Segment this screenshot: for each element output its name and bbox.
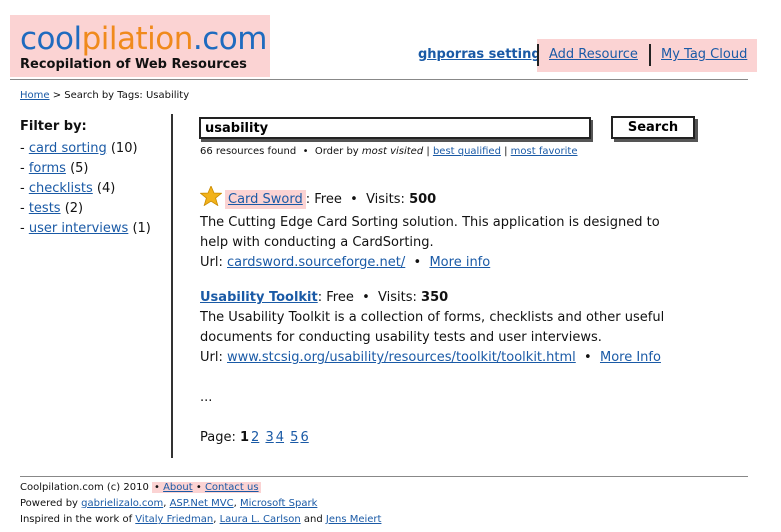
footer-aspnet-link[interactable]: ASP.Net MVC	[170, 498, 234, 509]
results-ellipsis: ...	[200, 390, 213, 405]
filter-forms-link[interactable]: forms	[29, 161, 66, 176]
filter-title: Filter by:	[20, 119, 87, 134]
pager-link-3[interactable]: 3	[265, 430, 273, 445]
pager-link-6[interactable]: 6	[300, 430, 308, 445]
breadcrumb-separator: >	[52, 90, 62, 101]
filter-list: - card sorting (10) - forms (5) - checkl…	[20, 139, 151, 239]
bullet: •	[302, 146, 309, 157]
result-url-line: Url: www.stcsig.org/usability/resources/…	[200, 350, 661, 365]
pagination: Page: 12 34 56	[200, 430, 309, 445]
result-url-label: Url:	[200, 350, 223, 365]
site-logo[interactable]: coolpilation.com	[20, 20, 267, 58]
result-item: Card Sword: Free • Visits: 500 The Cutti…	[199, 184, 680, 273]
order-separator: |	[504, 146, 508, 157]
footer-gabrielizalo-link[interactable]: gabrielizalo.com	[81, 498, 163, 509]
filter-card-sorting-link[interactable]: card sorting	[29, 141, 107, 156]
order-separator: |	[426, 146, 430, 157]
result-price: : Free	[305, 192, 342, 207]
results-count: 66 resources found	[200, 146, 297, 157]
footer-powered-line: Powered by gabrielizalo.com, ASP.Net MVC…	[20, 498, 318, 509]
filter-count: (1)	[132, 221, 151, 236]
results-summary: 66 resources found • Order by most visit…	[200, 146, 578, 157]
logo-part-pilation: pilation	[81, 21, 194, 57]
filter-tests-link[interactable]: tests	[29, 201, 61, 216]
header-divider	[10, 79, 748, 80]
logo-part-cool: cool	[20, 21, 82, 57]
nav-separator	[537, 44, 539, 66]
result-title-link[interactable]: Usability Toolkit	[200, 290, 318, 305]
star-icon	[199, 184, 223, 213]
result-url-label: Url:	[200, 255, 223, 270]
pager-link-2[interactable]: 2	[251, 430, 259, 445]
filter-count: (4)	[96, 181, 116, 196]
footer-divider	[20, 476, 748, 477]
result-more-info-link[interactable]: More Info	[600, 350, 661, 365]
pager-label: Page:	[200, 430, 236, 445]
user-settings-link[interactable]: ghporras settings	[418, 47, 548, 62]
breadcrumb: Home > Search by Tags: Usability	[20, 90, 189, 101]
sidebar-divider	[171, 114, 173, 458]
result-visits-label: Visits:	[378, 290, 417, 305]
result-title-link[interactable]: Card Sword	[228, 192, 303, 207]
footer-contact-link[interactable]: Contact us	[205, 482, 259, 493]
result-visits-label: Visits:	[366, 192, 405, 207]
search-input[interactable]	[199, 117, 591, 139]
filter-user-interviews-link[interactable]: user interviews	[29, 221, 129, 236]
filter-count: (10)	[110, 141, 138, 156]
footer-vitaly-link[interactable]: Vitaly Friedman	[135, 514, 213, 525]
result-price: : Free	[317, 290, 354, 305]
filter-item: - checklists (4)	[20, 181, 116, 196]
result-more-info-link[interactable]: More info	[429, 255, 490, 270]
result-url-line: Url: cardsword.sourceforge.net/ • More i…	[200, 255, 491, 270]
footer-copyright: Coolpilation.com (c) 2010	[20, 482, 149, 493]
footer-powered-prefix: Powered by	[20, 498, 78, 509]
result-visits-count: 350	[421, 290, 449, 305]
footer-about-link[interactable]: About	[163, 482, 193, 493]
result-description: The Cutting Edge Card Sorting solution. …	[200, 215, 660, 250]
add-resource-link[interactable]: Add Resource	[549, 47, 638, 62]
footer-spark-link[interactable]: Microsoft Spark	[240, 498, 317, 509]
site-tagline: Recopilation of Web Resources	[20, 57, 247, 72]
order-best-qualified-link[interactable]: best qualified	[433, 146, 501, 157]
filter-item: - forms (5)	[20, 161, 89, 176]
result-title-highlight: Card Sword	[225, 190, 306, 209]
filter-count: (2)	[64, 201, 84, 216]
order-prefix: Order by	[314, 146, 359, 157]
footer-copyright-line: Coolpilation.com (c) 2010 • About • Cont…	[20, 482, 261, 493]
filter-item: - tests (2)	[20, 201, 84, 216]
footer-and: and	[303, 514, 323, 525]
footer-jens-link[interactable]: Jens Meiert	[326, 514, 382, 525]
result-url-link[interactable]: www.stcsig.org/usability/resources/toolk…	[227, 350, 576, 365]
logo-part-com: .com	[192, 21, 268, 57]
logo-box: coolpilation.com Recopilation of Web Res…	[10, 15, 270, 77]
result-title-line: Card Sword: Free • Visits: 500	[199, 184, 680, 213]
tag-cloud-link[interactable]: My Tag Cloud	[661, 47, 747, 62]
result-title-line: Usability Toolkit: Free • Visits: 350	[200, 290, 449, 305]
pager-link-4[interactable]: 4	[276, 430, 284, 445]
filter-checklists-link[interactable]: checklists	[29, 181, 93, 196]
search-button[interactable]: Search	[611, 116, 695, 139]
pager-link-5[interactable]: 5	[290, 430, 298, 445]
filter-item: - card sorting (10)	[20, 141, 138, 156]
footer-laura-link[interactable]: Laura L. Carlson	[220, 514, 301, 525]
pager-current-page: 1	[240, 430, 250, 445]
breadcrumb-current: Search by Tags: Usability	[64, 90, 190, 101]
order-current: most visited	[361, 146, 424, 157]
result-item: Usability Toolkit: Free • Visits: 350 Th…	[200, 288, 680, 368]
result-description: The Usability Toolkit is a collection of…	[200, 310, 665, 345]
footer-inspired-line: Inspired in the work of Vitaly Friedman,…	[20, 514, 382, 525]
footer-inspired-prefix: Inspired in the work of	[20, 514, 133, 525]
result-url-link[interactable]: cardsword.sourceforge.net/	[227, 255, 405, 270]
nav-separator	[649, 44, 651, 66]
result-visits-count: 500	[409, 192, 437, 207]
order-most-favorite-link[interactable]: most favorite	[511, 146, 578, 157]
breadcrumb-home-link[interactable]: Home	[20, 90, 50, 101]
filter-item: - user interviews (1)	[20, 221, 151, 236]
footer-links-highlight: • About • Contact us	[152, 482, 261, 493]
filter-count: (5)	[70, 161, 89, 176]
